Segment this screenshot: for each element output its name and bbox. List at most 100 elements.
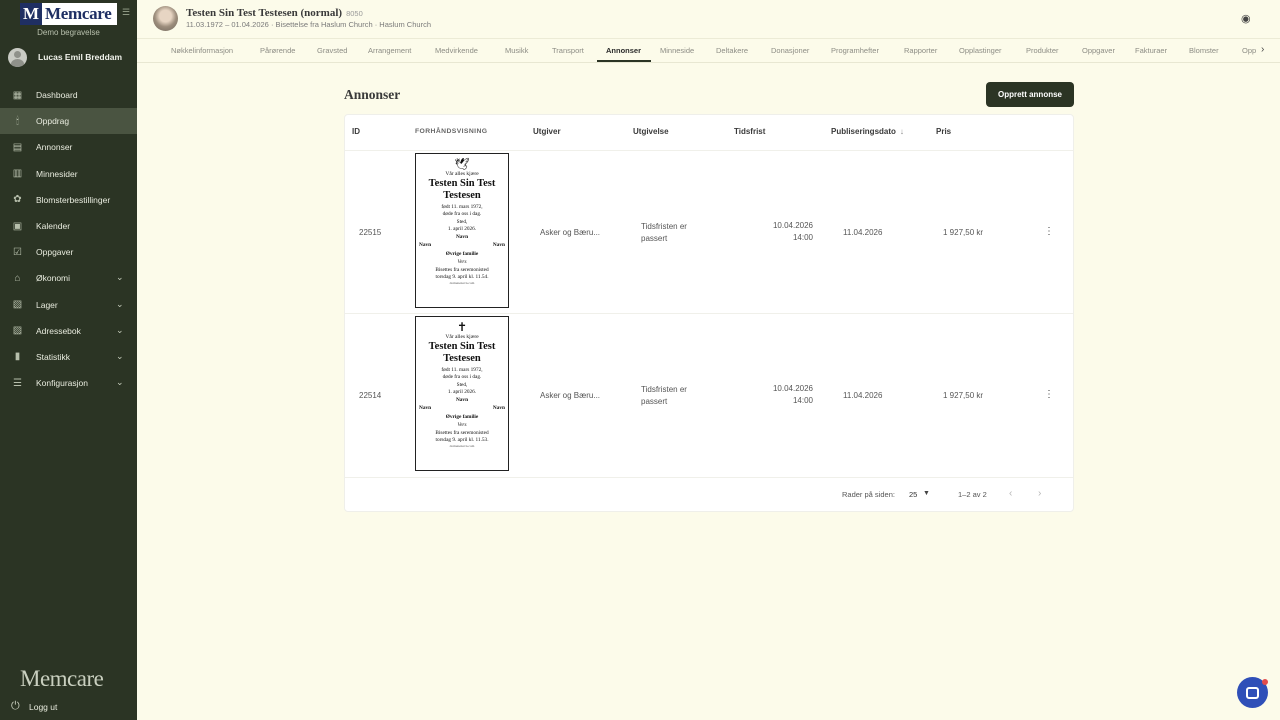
- tab-opplastinger[interactable]: Opplastinger: [959, 39, 1002, 63]
- sidebar-item-lager[interactable]: ▧ Lager ⌄: [0, 292, 137, 318]
- previous-page-button[interactable]: ‹: [1009, 489, 1017, 499]
- stats-icon: ▮: [14, 351, 21, 363]
- sidebar-item-annonser[interactable]: ▤ Annonser: [0, 134, 137, 160]
- sidebar-item-label: Økonomi: [36, 273, 71, 284]
- sidebar-item-blomsterbestillinger[interactable]: ✿ Blomsterbestillinger: [0, 187, 137, 213]
- obit-born: født 11. mars 1972,: [441, 204, 483, 210]
- user-profile[interactable]: Lucas Emil Breddam: [8, 47, 122, 67]
- flower-icon: ✿: [13, 194, 22, 206]
- sidebar-item-statistikk[interactable]: ▮ Statistikk ⌄: [0, 344, 137, 370]
- obit-navn-pair: Navn Navn: [416, 241, 508, 249]
- more-options-icon[interactable]: ⋮: [1044, 226, 1054, 238]
- obit-navn-center: Navn: [455, 234, 469, 241]
- sidebar-item-konfigurasjon[interactable]: ☰ Konfigurasjon ⌄: [0, 370, 137, 396]
- tab-oppgaver[interactable]: Oppgaver: [1082, 39, 1115, 63]
- tab-programhefter[interactable]: Programhefter: [831, 39, 879, 63]
- logout-button[interactable]: ⏻ Logg ut: [11, 701, 57, 712]
- rows-per-page-label: Rader på siden:: [842, 490, 895, 499]
- tab-arrangement[interactable]: Arrangement: [368, 39, 411, 63]
- row-1-deadline-date: 10.04.2026: [772, 221, 813, 230]
- column-header-issue[interactable]: Utgivelse: [633, 127, 669, 136]
- case-id: 8050: [346, 9, 363, 18]
- column-header-publisher[interactable]: Utgiver: [533, 127, 561, 136]
- sidebar-item-minnesider[interactable]: ▥ Minnesider: [0, 161, 137, 187]
- next-page-button[interactable]: ›: [1038, 489, 1046, 499]
- sidebar-item-dashboard[interactable]: ▦ Dashboard: [0, 82, 137, 108]
- chevron-down-icon: ⌄: [116, 272, 124, 283]
- tab-rapporter[interactable]: Rapporter: [904, 39, 937, 63]
- sort-descending-icon: ↓: [899, 127, 904, 136]
- sidebar-item-adressebok[interactable]: ▨ Adressebok ⌄: [0, 318, 137, 344]
- collapse-sidebar-icon[interactable]: ☰: [122, 7, 132, 17]
- obit-navn-pair: Navn Navn: [416, 404, 508, 412]
- chevron-down-icon: ⌄: [116, 298, 124, 309]
- chevron-right-icon[interactable]: ›: [1261, 44, 1271, 56]
- case-title: Testen Sin Test Testesen (normal) 8050: [186, 7, 363, 19]
- tab-gravsted[interactable]: Gravsted: [317, 39, 347, 63]
- logo-name: Memcare: [45, 4, 112, 23]
- calendar-icon: ▣: [12, 220, 23, 232]
- column-header-deadline[interactable]: Tidsfrist: [734, 127, 765, 136]
- tab-medvirkende[interactable]: Medvirkende: [435, 39, 478, 63]
- dashboard-icon: ▦: [12, 89, 23, 101]
- case-tabs: Nøkkelinformasjon Pårørende Gravsted Arr…: [137, 38, 1280, 63]
- tab-minneside[interactable]: Minneside: [660, 39, 694, 63]
- obit-navn-right: Navn: [492, 404, 505, 411]
- tasks-icon: ☑: [13, 246, 22, 258]
- cross-icon: ✝: [456, 320, 468, 334]
- sidebar-item-label: Statistikk: [36, 351, 71, 362]
- obit-intro: Vår alles kjære: [445, 171, 479, 177]
- tab-musikk[interactable]: Musikk: [505, 39, 528, 63]
- obit-family: Øvrige familie: [445, 250, 479, 257]
- column-header-id[interactable]: ID: [352, 127, 360, 136]
- memcare-logo[interactable]: M Memcare: [20, 3, 117, 25]
- obit-name-line2: Testesen: [443, 353, 481, 364]
- row-1-obituary-preview[interactable]: 🕊 Vår alles kjære Testen Sin Test Testes…: [415, 153, 509, 308]
- more-options-icon[interactable]: ⋮: [1044, 389, 1054, 401]
- sidebar-item-oppgaver[interactable]: ☑ Oppgaver: [0, 239, 137, 265]
- obit-name-line2: Testesen: [443, 190, 481, 201]
- book-icon: ▥: [12, 168, 23, 180]
- column-header-pubdate[interactable]: Publiseringsdato ↓: [831, 127, 904, 136]
- row-1-price: 1 927,50 kr: [943, 228, 984, 237]
- tab-nokkelinformasjon[interactable]: Nøkkelinformasjon: [171, 39, 233, 63]
- tab-produkter[interactable]: Produkter: [1026, 39, 1059, 63]
- sidebar-item-label: Adressebok: [36, 325, 81, 336]
- chevron-down-icon: ⌄: [116, 377, 124, 388]
- row-2-price: 1 927,50 kr: [943, 391, 984, 400]
- case-name: Testen Sin Test Testesen (normal): [186, 7, 343, 19]
- obit-name-line1: Testen Sin Test: [428, 178, 496, 189]
- obit-name-line1: Testen Sin Test: [428, 341, 496, 352]
- pagination-range: 1–2 av 2: [958, 490, 987, 499]
- tab-transport[interactable]: Transport: [552, 39, 584, 63]
- create-ad-button[interactable]: Opprett annonse: [986, 82, 1074, 107]
- row-1-pubdate: 11.04.2026: [843, 228, 883, 237]
- avatar: [8, 47, 27, 67]
- sidebar-item-kalender[interactable]: ▣ Kalender: [0, 213, 137, 239]
- tab-fakturaer[interactable]: Fakturaer: [1135, 39, 1167, 63]
- tab-opplysninger[interactable]: Opp: [1242, 39, 1256, 63]
- tab-donasjoner[interactable]: Donasjoner: [771, 39, 809, 63]
- tab-parorende[interactable]: Pårørende: [260, 39, 295, 63]
- tab-deltakere[interactable]: Deltakere: [716, 39, 748, 63]
- row-2-obituary-preview[interactable]: ✝ Vår alles kjære Testen Sin Test Testes…: [415, 316, 509, 471]
- settings-icon: ☰: [13, 377, 22, 389]
- caret-down-icon[interactable]: ▼: [923, 490, 931, 498]
- bank-icon: ⌂: [14, 272, 21, 284]
- rows-per-page-select[interactable]: 25: [909, 490, 917, 499]
- sidebar-item-label: Kalender: [36, 221, 71, 232]
- eye-icon[interactable]: ◉: [1241, 13, 1253, 25]
- column-header-price[interactable]: Pris: [936, 127, 951, 136]
- obit-ceremony-line2: torsdag 9. april kl. 11.54.: [435, 273, 489, 280]
- row-1-publisher: Asker og Bæru...: [540, 228, 601, 237]
- row-2-id: 22514: [359, 391, 382, 400]
- contacts-icon: ▨: [12, 325, 23, 337]
- sidebar-item-okonomi[interactable]: ⌂ Økonomi ⌄: [0, 265, 137, 291]
- active-tab-indicator: [597, 60, 651, 62]
- tab-blomster[interactable]: Blomster: [1189, 39, 1219, 63]
- logo-letter: M: [20, 3, 42, 25]
- obit-date: 1. april 2026.: [447, 388, 477, 395]
- obit-place: Sted,: [456, 382, 468, 389]
- case-subtitle: 11.03.1972 – 01.04.2026 · Bisettelse fra…: [186, 20, 431, 29]
- sidebar-item-oppdrag[interactable]: 🕯 Oppdrag: [0, 108, 137, 135]
